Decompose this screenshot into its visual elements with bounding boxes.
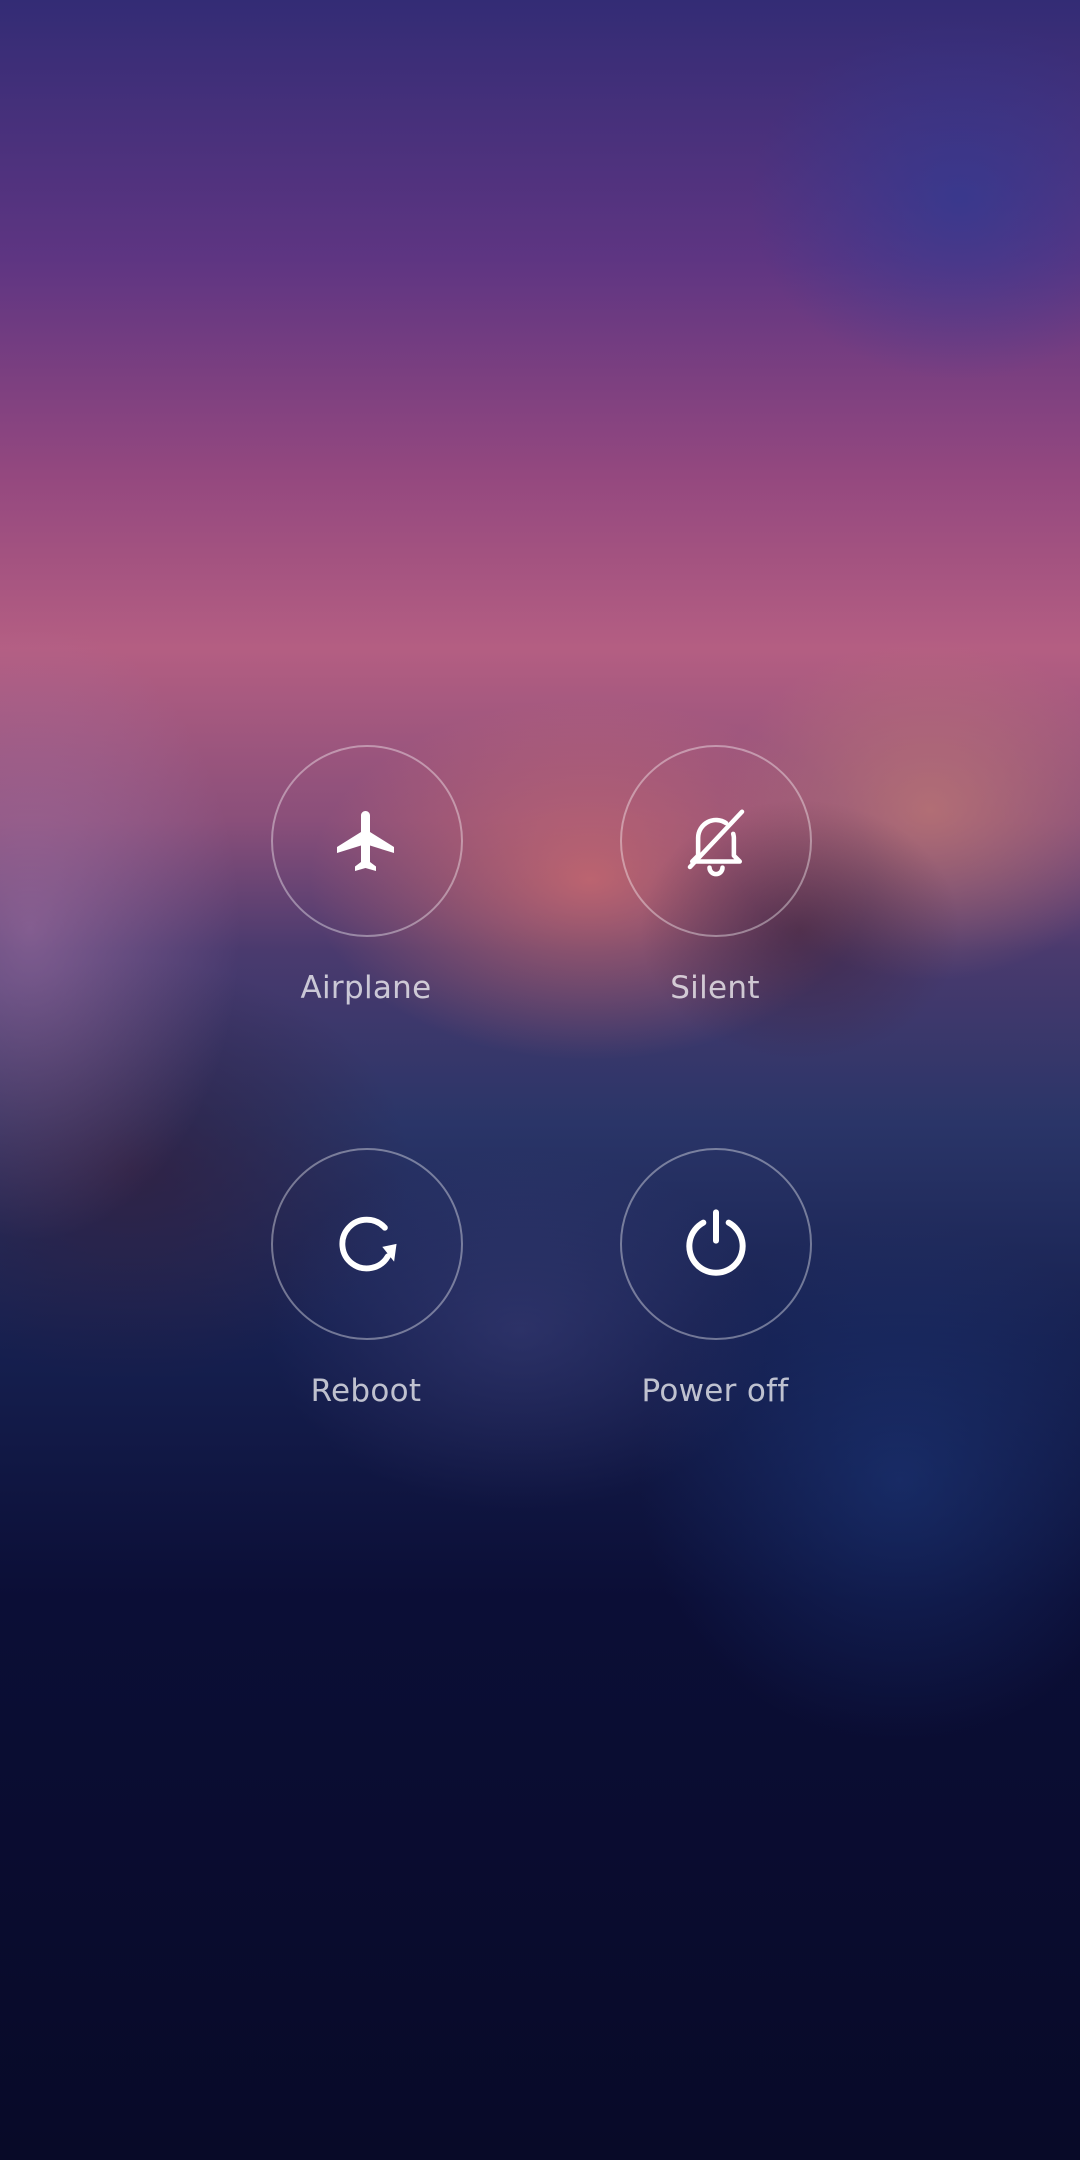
silent-action: Silent xyxy=(565,745,865,1045)
airplane-icon xyxy=(337,811,394,871)
power-icon xyxy=(686,1209,746,1276)
blurred-wallpaper xyxy=(0,0,1080,2160)
airplane-label: Airplane xyxy=(300,970,432,1006)
reboot-icon xyxy=(339,1216,397,1272)
power-off-action: Power off xyxy=(565,1148,865,1448)
power-off-label: Power off xyxy=(641,1373,789,1409)
reboot-label: Reboot xyxy=(310,1373,422,1409)
silent-button[interactable] xyxy=(620,745,812,937)
bell-off-icon xyxy=(687,809,745,877)
airplane-button[interactable] xyxy=(271,745,463,937)
reboot-button[interactable] xyxy=(271,1148,463,1340)
airplane-action: Airplane xyxy=(216,745,516,1045)
silent-label: Silent xyxy=(670,970,760,1006)
power-off-button[interactable] xyxy=(620,1148,812,1340)
reboot-action: Reboot xyxy=(216,1148,516,1448)
